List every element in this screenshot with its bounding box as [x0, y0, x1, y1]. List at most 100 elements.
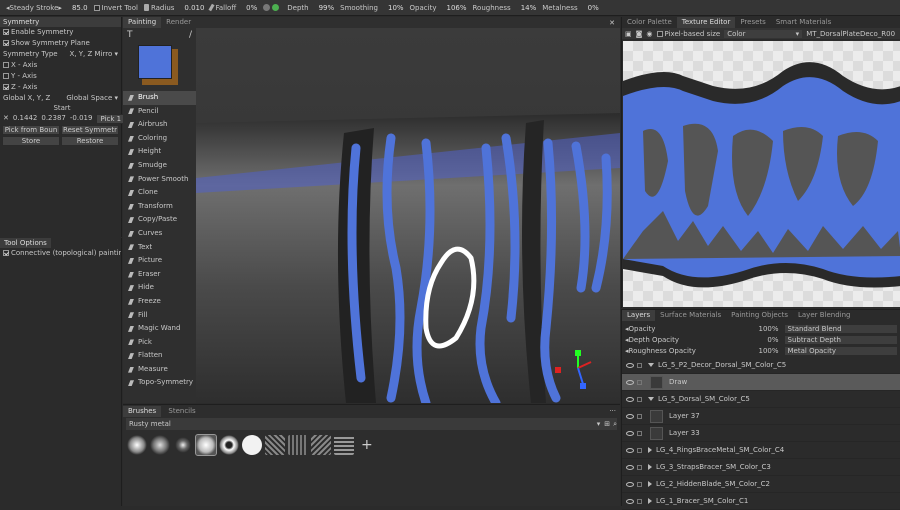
text-tool-icon[interactable]: T — [127, 30, 133, 40]
tool-pencil[interactable]: Pencil — [123, 105, 196, 119]
tool-flatten[interactable]: Flatten — [123, 349, 196, 363]
tool-airbrush[interactable]: Airbrush — [123, 118, 196, 132]
color-swatch[interactable] — [138, 45, 178, 85]
more-icon[interactable]: ··· — [609, 407, 616, 415]
tab-color-palette[interactable]: Color Palette — [622, 17, 677, 28]
camera-icon[interactable]: ◙ — [636, 30, 643, 38]
lock-icon[interactable] — [637, 498, 642, 504]
eye-icon[interactable]: ◉ — [646, 30, 652, 38]
texture-canvas[interactable] — [623, 41, 900, 307]
tab-surface-materials[interactable]: Surface Materials — [655, 310, 726, 321]
layer-row[interactable]: Draw — [622, 374, 900, 391]
tab-smart-materials[interactable]: Smart Materials — [771, 17, 836, 28]
brush-thumb-soft-2[interactable] — [150, 435, 170, 455]
channel-select[interactable]: Color ▾ — [724, 29, 803, 38]
brush-thumb-pattern-3[interactable] — [311, 435, 331, 455]
brush-preset-select[interactable]: Rusty metal ▾ ⊞ ⌕ — [126, 418, 617, 430]
tool-pick[interactable]: Pick — [123, 336, 196, 350]
chevron-right-icon[interactable] — [648, 447, 652, 453]
tab-brushes[interactable]: Brushes — [123, 405, 162, 417]
show-plane-checkbox[interactable]: Show Symmetry Plane — [0, 38, 121, 49]
chevron-right-icon[interactable] — [648, 464, 652, 470]
brush-thumb-pattern-2[interactable] — [288, 435, 308, 455]
eye-icon[interactable] — [626, 447, 634, 453]
pen-icon[interactable]: / — [189, 30, 192, 40]
eye-icon[interactable] — [626, 379, 634, 385]
radius-control[interactable]: Radius 0.010 — [143, 4, 204, 12]
chevron-down-icon[interactable] — [648, 363, 654, 367]
lock-icon[interactable] — [637, 464, 642, 470]
tool-picture[interactable]: Picture — [123, 254, 196, 268]
lock-icon[interactable] — [637, 447, 642, 453]
chevron-down-icon[interactable] — [648, 397, 654, 401]
eye-icon[interactable] — [626, 413, 634, 419]
brush-thumb-selected[interactable] — [195, 434, 217, 456]
tool-topo-symmetry[interactable]: Topo-Symmetry — [123, 376, 196, 390]
pick-from-bounds-button[interactable]: Pick from Boun — [2, 125, 60, 135]
blend-select[interactable]: Standard Blend — [784, 324, 897, 333]
blend-select[interactable]: Subtract Depth — [784, 335, 897, 344]
lock-icon[interactable] — [637, 413, 642, 419]
chevron-right-icon[interactable] — [648, 498, 652, 504]
tool-fill[interactable]: Fill — [123, 309, 196, 323]
lock-icon[interactable] — [637, 481, 642, 487]
tab-layers[interactable]: Layers — [622, 310, 656, 321]
material-select[interactable]: MT_DorsalPlateDeco_R00 — [806, 30, 895, 38]
pixel-based-checkbox[interactable]: Pixel-based size — [656, 30, 720, 38]
tab-render[interactable]: Render — [161, 17, 196, 28]
tool-freeze[interactable]: Freeze — [123, 295, 196, 309]
layer-prop-row[interactable]: ◂ Depth Opacity 0% Subtract Depth — [622, 334, 900, 345]
reset-symmetry-button[interactable]: Reset Symmetr — [61, 125, 119, 135]
layer-group-row[interactable]: LG_1_Bracer_SM_Color_C1 — [622, 493, 900, 510]
tool-hide[interactable]: Hide — [123, 281, 196, 295]
restore-button[interactable]: Restore — [61, 136, 119, 146]
smoothing-control[interactable]: Smoothing 10% — [340, 4, 403, 12]
roughness-control[interactable]: Roughness 14% — [473, 4, 537, 12]
brush-thumb-pattern-1[interactable] — [265, 435, 285, 455]
close-icon[interactable]: ✕ — [609, 19, 615, 27]
add-icon[interactable]: ⊞ — [604, 420, 610, 428]
y-axis-checkbox[interactable]: Y - Axis — [0, 71, 121, 82]
brush-thumb-small[interactable] — [173, 435, 193, 455]
x-axis-checkbox[interactable]: X - Axis — [0, 60, 121, 71]
tool-text[interactable]: Text — [123, 241, 196, 255]
tool-eraser[interactable]: Eraser — [123, 268, 196, 282]
material-icons[interactable] — [263, 4, 281, 11]
layer-row[interactable]: Layer 33 — [622, 425, 900, 442]
tool-power-smooth[interactable]: Power Smooth — [123, 173, 196, 187]
connective-checkbox[interactable]: Connective (topological) paintin — [0, 248, 121, 259]
layer-prop-row[interactable]: ◂ Roughness Opacity 100% Metal Opacity — [622, 345, 900, 356]
lock-icon[interactable] — [637, 430, 642, 436]
tool-copy-paste[interactable]: Copy/Paste — [123, 213, 196, 227]
tool-measure[interactable]: Measure — [123, 363, 196, 377]
tab-stencils[interactable]: Stencils — [163, 406, 200, 417]
coord-x[interactable]: 0.1442 — [13, 113, 38, 124]
brush-thumb-ring[interactable] — [219, 435, 239, 455]
tool-clone[interactable]: Clone — [123, 186, 196, 200]
eye-icon[interactable] — [626, 362, 634, 368]
depth-control[interactable]: Depth 99% — [287, 4, 334, 12]
tab-painting[interactable]: Painting — [123, 17, 162, 28]
coord-y[interactable]: 0.2387 — [41, 113, 66, 124]
falloff-control[interactable]: Falloff 0% — [208, 4, 257, 12]
pick-button[interactable]: Pick 1 — [96, 113, 126, 124]
layer-group-row[interactable]: LG_4_RingsBraceMetal_SM_Color_C4 — [622, 442, 900, 459]
eye-icon[interactable] — [626, 430, 634, 436]
search-icon[interactable]: ⌕ — [613, 420, 617, 429]
enable-symmetry-checkbox[interactable]: Enable Symmetry — [0, 27, 121, 38]
steady-stroke-control[interactable]: ◂ Steady Stroke ▸ 85.0 — [6, 4, 88, 12]
layer-group-row[interactable]: LG_3_StrapsBracer_SM_Color_C3 — [622, 459, 900, 476]
layer-row[interactable]: Layer 37 — [622, 408, 900, 425]
tool-height[interactable]: Height — [123, 145, 196, 159]
invert-tool-checkbox[interactable]: Invert Tool — [93, 4, 138, 12]
lock-icon[interactable] — [637, 379, 642, 385]
opacity-control[interactable]: Opacity 106% — [410, 4, 467, 12]
z-axis-checkbox[interactable]: Z - Axis — [0, 82, 121, 93]
tab-texture-editor[interactable]: Texture Editor — [676, 17, 736, 28]
layer-group-row[interactable]: LG_5_P2_Decor_Dorsal_SM_Color_C5 — [622, 357, 900, 374]
viewport-3d[interactable] — [196, 28, 620, 403]
brush-thumb-hard[interactable] — [242, 435, 262, 455]
coord-z[interactable]: -0.019 — [70, 113, 93, 124]
eye-icon[interactable] — [626, 498, 634, 504]
tab-painting-objects[interactable]: Painting Objects — [726, 310, 793, 321]
